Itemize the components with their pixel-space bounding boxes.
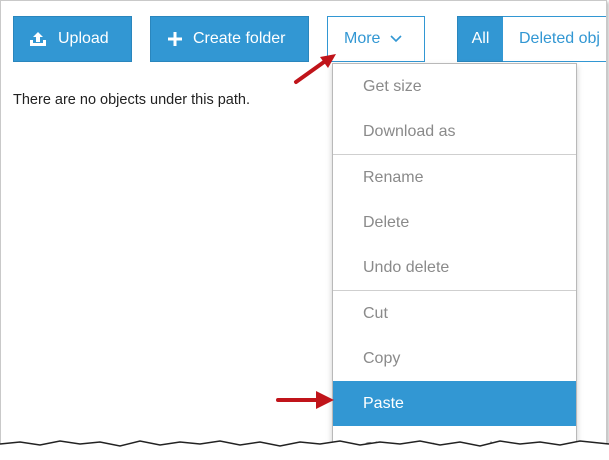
menu-item-rename[interactable]: Rename: [333, 155, 576, 200]
menu-item-paste[interactable]: Paste: [333, 381, 576, 426]
menu-item-cut[interactable]: Cut: [333, 291, 576, 336]
chevron-down-icon: [390, 35, 403, 43]
more-label: More: [344, 30, 381, 47]
filter-deleted-tab[interactable]: Deleted obj: [503, 16, 606, 62]
menu-item-undo-delete[interactable]: Undo delete: [333, 245, 576, 290]
menu-item-get-size[interactable]: Get size: [333, 64, 576, 109]
app-frame: Upload Create folder More All Deleted ob…: [0, 0, 607, 458]
filter-deleted-label: Deleted obj: [519, 30, 600, 47]
menu-item-delete[interactable]: Delete: [333, 200, 576, 245]
plus-icon: [167, 31, 183, 47]
filter-all-label: All: [471, 30, 490, 47]
upload-button[interactable]: Upload: [13, 16, 132, 62]
more-dropdown-menu: Get size Download as Rename Delete Undo …: [332, 63, 577, 457]
create-folder-button[interactable]: Create folder: [150, 16, 309, 62]
upload-label: Upload: [58, 30, 109, 47]
menu-item-copy[interactable]: Copy: [333, 336, 576, 381]
upload-icon: [28, 30, 48, 48]
filter-all-tab[interactable]: All: [457, 16, 504, 62]
menu-item-download-as[interactable]: Download as: [333, 109, 576, 154]
menu-item-change-storage-class[interactable]: Change storage class: [333, 426, 576, 457]
create-folder-label: Create folder: [193, 30, 286, 47]
more-button[interactable]: More: [327, 16, 425, 62]
empty-state-message: There are no objects under this path.: [13, 92, 250, 108]
